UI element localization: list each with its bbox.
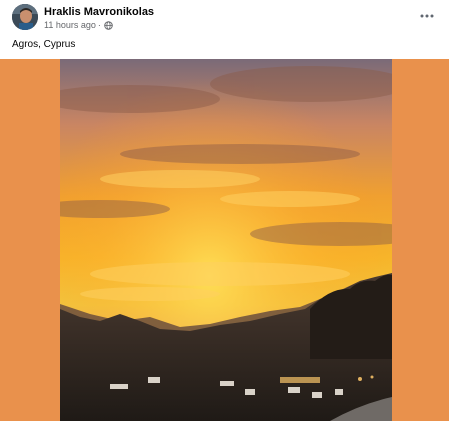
post-card: Hraklis Mavronikolas 11 hours ago · Agro…: [0, 0, 449, 421]
sunset-photo-image: [60, 59, 392, 421]
post-photo[interactable]: [60, 59, 392, 421]
post-media: [0, 59, 449, 421]
more-options-button[interactable]: [413, 6, 441, 26]
author-name[interactable]: Hraklis Mavronikolas: [44, 6, 154, 18]
avatar-image: [12, 4, 38, 30]
post-caption: Agros, Cyprus: [12, 39, 76, 50]
globe-icon[interactable]: [104, 20, 113, 30]
meta-separator: ·: [97, 20, 101, 30]
more-options-icon: [420, 14, 434, 18]
post-timestamp[interactable]: 11 hours ago: [44, 20, 96, 30]
post-meta: 11 hours ago ·: [44, 20, 113, 30]
post-header: Hraklis Mavronikolas 11 hours ago ·: [0, 0, 449, 36]
avatar[interactable]: [12, 4, 38, 30]
